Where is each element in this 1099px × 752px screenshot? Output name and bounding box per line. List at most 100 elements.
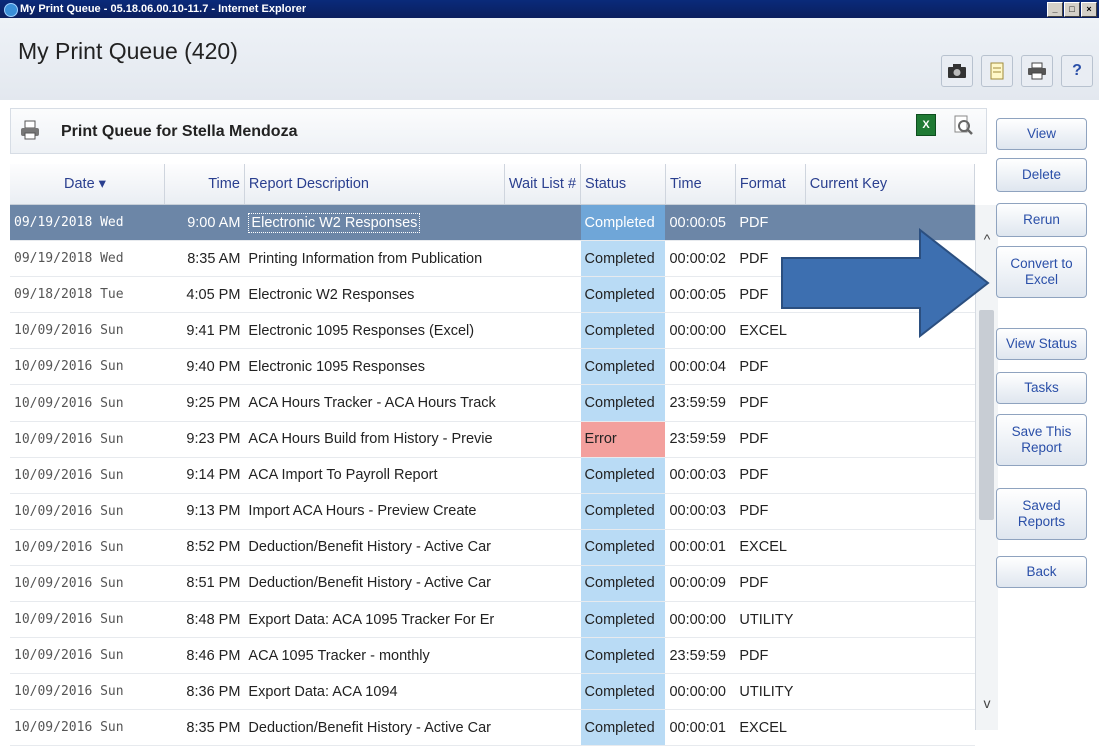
table-row[interactable]: 10/09/2016 Sun 9:23 PM ACA Hours Build fro… <box>10 421 975 458</box>
minimize-button[interactable]: _ <box>1047 2 1063 17</box>
notes-icon[interactable] <box>981 55 1013 87</box>
row-status: Completed <box>580 240 666 278</box>
convert-to-excel-button[interactable]: Convert to Excel <box>996 246 1087 298</box>
tasks-button[interactable]: Tasks <box>996 372 1087 404</box>
row-format: EXCEL <box>735 529 806 566</box>
table-row[interactable]: 10/09/2016 Sun 9:13 PM Import ACA Hours - … <box>10 493 975 530</box>
column-header-elapsed-time[interactable]: Time <box>665 164 736 205</box>
row-status: Completed <box>580 529 666 566</box>
row-elapsed-time: 00:00:05 <box>665 204 736 242</box>
excel-export-icon[interactable]: X <box>916 114 936 136</box>
table-row[interactable]: 10/09/2016 Sun 8:48 PM Export Data: ACA 10… <box>10 601 975 639</box>
row-elapsed-time: 00:00:02 <box>665 240 736 278</box>
table-row[interactable]: 10/09/2016 Sun 9:40 PM Electronic 1095 Res… <box>10 348 975 386</box>
row-date: 10/09/2016 Sun <box>10 457 165 494</box>
row-date: 10/09/2016 Sun <box>10 529 165 566</box>
delete-button[interactable]: Delete <box>996 158 1087 192</box>
column-header-time[interactable]: Time <box>164 164 245 205</box>
row-format: PDF <box>735 348 806 386</box>
row-date: 09/18/2018 Tue <box>10 276 165 314</box>
row-wait-list <box>504 312 581 350</box>
rerun-button[interactable]: Rerun <box>996 203 1087 237</box>
row-time: 8:51 PM <box>164 565 245 603</box>
table-row[interactable]: 10/09/2016 Sun 9:25 PM ACA Hours Tracker -… <box>10 384 975 422</box>
row-status: Completed <box>580 493 666 530</box>
row-time: 4:05 PM <box>164 276 245 314</box>
camera-icon[interactable] <box>941 55 973 87</box>
table-row[interactable]: 10/09/2016 Sun 8:46 PM ACA 1095 Tracker - … <box>10 637 975 675</box>
row-current-key <box>805 709 975 747</box>
row-report-description: Electronic 1095 Responses <box>244 348 505 386</box>
row-status: Completed <box>580 348 666 386</box>
row-current-key <box>805 565 975 603</box>
row-elapsed-time: 00:00:04 <box>665 348 736 386</box>
row-wait-list <box>504 709 581 747</box>
column-header-status[interactable]: Status <box>580 164 666 205</box>
print-queue-subheader: Print Queue for Stella Mendoza X <box>10 108 987 154</box>
row-date: 09/19/2018 Wed <box>10 240 165 278</box>
row-current-key <box>805 601 975 639</box>
row-format: PDF <box>735 384 806 422</box>
header-toolbar: ? <box>941 55 1093 87</box>
row-elapsed-time: 00:00:00 <box>665 601 736 639</box>
printer-icon[interactable] <box>1021 55 1053 87</box>
row-format: PDF <box>735 421 806 458</box>
search-document-icon[interactable] <box>952 114 974 136</box>
row-current-key <box>805 348 975 386</box>
table-row[interactable]: 10/09/2016 Sun 8:35 PM Deduction/Benefit H… <box>10 709 975 747</box>
row-wait-list <box>504 457 581 494</box>
view-status-button[interactable]: View Status <box>996 328 1087 360</box>
row-elapsed-time: 00:00:01 <box>665 529 736 566</box>
row-wait-list <box>504 673 581 711</box>
row-elapsed-time: 23:59:59 <box>665 421 736 458</box>
row-time: 9:40 PM <box>164 348 245 386</box>
window-controls: _ □ × <box>1047 2 1097 17</box>
row-wait-list <box>504 637 581 675</box>
column-header-format[interactable]: Format <box>735 164 806 205</box>
row-status: Completed <box>580 276 666 314</box>
row-time: 8:35 PM <box>164 709 245 747</box>
row-time: 9:13 PM <box>164 493 245 530</box>
row-report-description: ACA 1095 Tracker - monthly <box>244 637 505 675</box>
row-time: 9:23 PM <box>164 421 245 458</box>
row-format: EXCEL <box>735 709 806 747</box>
table-row[interactable]: 10/09/2016 Sun 8:36 PM Export Data: ACA 10… <box>10 673 975 711</box>
row-elapsed-time: 23:59:59 <box>665 384 736 422</box>
table-row[interactable]: 10/09/2016 Sun 8:51 PM Deduction/Benefit H… <box>10 565 975 603</box>
saved-reports-button[interactable]: Saved Reports <box>996 488 1087 540</box>
maximize-button[interactable]: □ <box>1064 2 1080 17</box>
scroll-thumb[interactable] <box>979 310 994 520</box>
view-button[interactable]: View <box>996 118 1087 150</box>
scroll-down-icon[interactable]: v <box>979 695 995 711</box>
row-report-description: Export Data: ACA 1095 Tracker For Er <box>244 601 505 639</box>
help-icon[interactable]: ? <box>1061 55 1093 87</box>
row-current-key <box>805 384 975 422</box>
row-current-key <box>805 457 975 494</box>
row-date: 10/09/2016 Sun <box>10 312 165 350</box>
column-header-wait-list[interactable]: Wait List # <box>504 164 582 205</box>
row-elapsed-time: 00:00:05 <box>665 276 736 314</box>
window-titlebar: My Print Queue - 05.18.06.00.10-11.7 - I… <box>0 0 1099 18</box>
row-format: PDF <box>735 637 806 675</box>
table-row[interactable]: 10/09/2016 Sun 8:52 PM Deduction/Benefit H… <box>10 529 975 566</box>
row-wait-list <box>504 493 581 530</box>
column-header-date[interactable]: Date ▾ <box>10 164 166 205</box>
row-status: Completed <box>580 204 666 242</box>
row-status: Completed <box>580 457 666 494</box>
row-time: 8:48 PM <box>164 601 245 639</box>
column-header-report-description[interactable]: Report Description <box>244 164 505 205</box>
table-row[interactable]: 10/09/2016 Sun 9:14 PM ACA Import To Payro… <box>10 457 975 494</box>
close-button[interactable]: × <box>1081 2 1097 17</box>
subheader-actions: X <box>916 114 974 136</box>
row-date: 10/09/2016 Sun <box>10 493 165 530</box>
row-elapsed-time: 00:00:03 <box>665 457 736 494</box>
row-report-description-text: Electronic W2 Responses <box>248 212 421 233</box>
column-header-current-key[interactable]: Current Key <box>805 164 976 205</box>
back-button[interactable]: Back <box>996 556 1087 588</box>
row-status: Completed <box>580 601 666 639</box>
save-this-report-button[interactable]: Save This Report <box>996 414 1087 466</box>
print-queue-printer-icon <box>19 119 41 141</box>
row-wait-list <box>504 384 581 422</box>
row-wait-list <box>504 204 581 242</box>
row-status: Completed <box>580 637 666 675</box>
